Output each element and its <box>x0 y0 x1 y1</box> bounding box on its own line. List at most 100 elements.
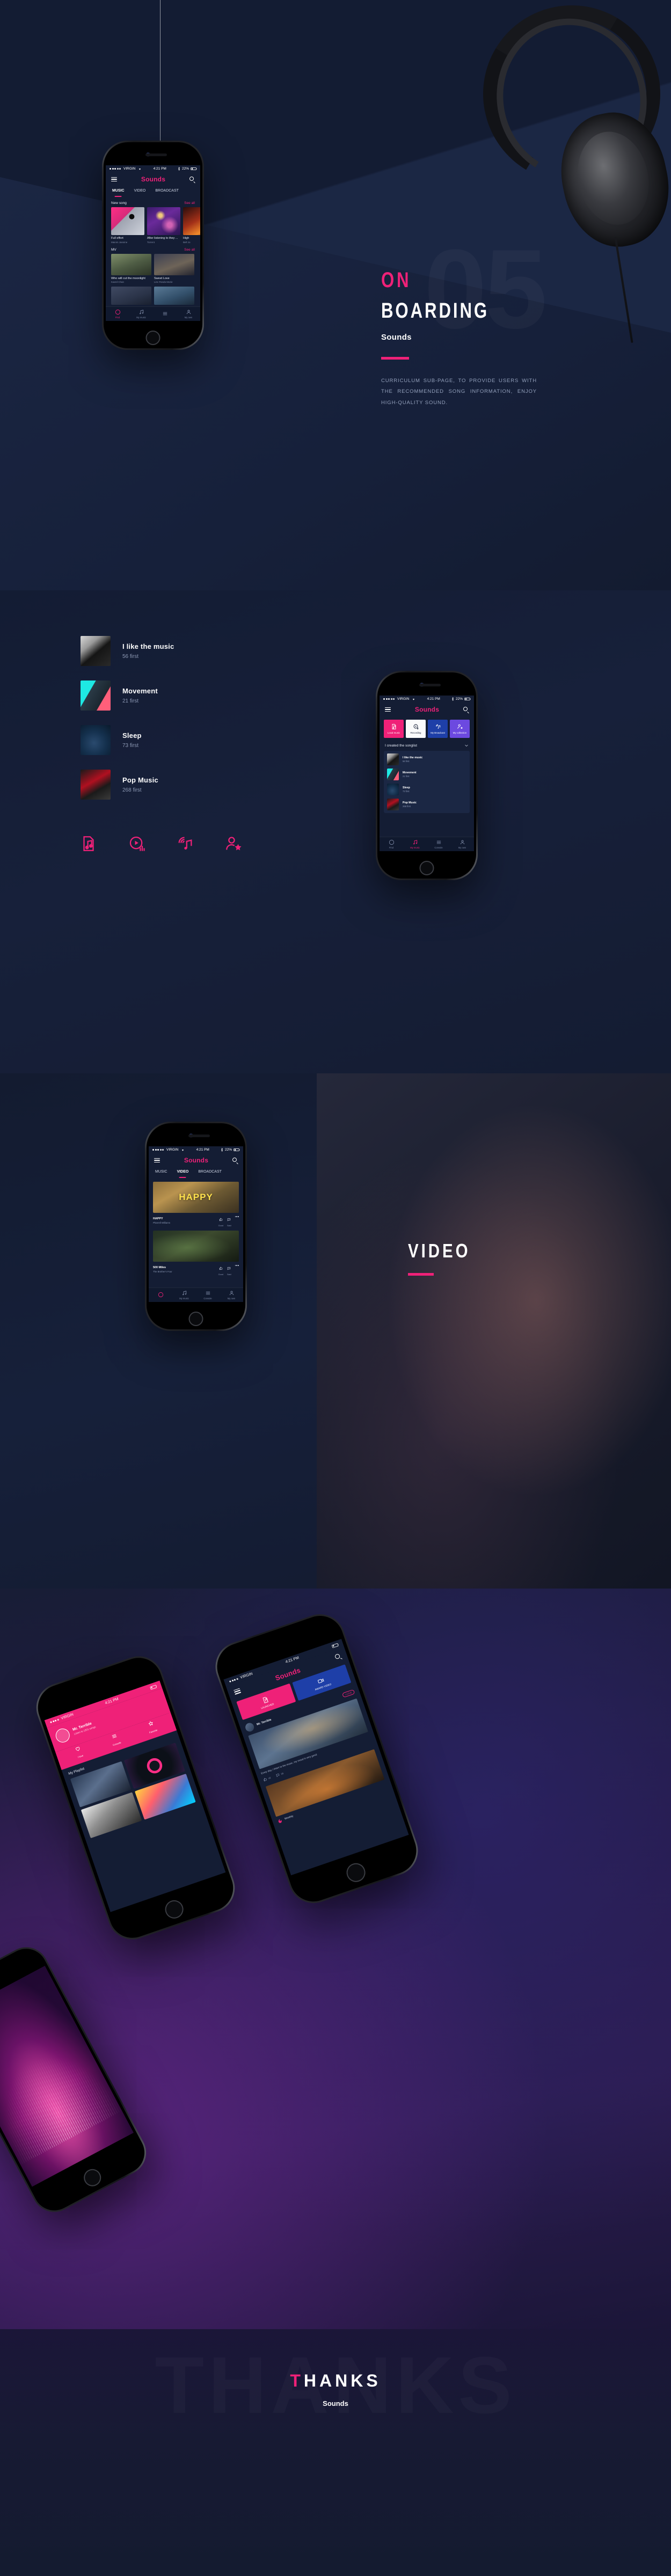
comment-action[interactable]: Said <box>227 1263 231 1276</box>
tile-my-broadcast[interactable]: My Broadcast <box>428 720 448 738</box>
song-artist: Bell Jo <box>183 240 191 244</box>
video-thumbnail[interactable]: HAPPY <box>153 1182 239 1213</box>
tile-recording[interactable]: Recording <box>406 720 426 738</box>
list-item[interactable]: Sleep 73 first <box>387 784 466 795</box>
bottom-navigation[interactable]: Find My music Console My own <box>380 837 474 851</box>
extra-card-row[interactable] <box>106 283 200 305</box>
nav-item-my-music[interactable]: My music <box>172 1288 196 1302</box>
heart-icon <box>76 1747 80 1751</box>
local-music-icon[interactable] <box>79 835 100 855</box>
tab-broadcast[interactable]: BROADCAST <box>155 186 179 198</box>
more-dots-icon[interactable] <box>235 1265 239 1266</box>
see-all-link[interactable]: See all <box>184 248 195 252</box>
song-card[interactable]: High Bell Jo <box>183 207 200 244</box>
battery-label: 22% <box>181 167 189 171</box>
songlist-header[interactable]: I created the songlist <box>380 738 474 751</box>
home-button[interactable] <box>145 331 161 345</box>
tab-broadcast[interactable]: BROADCAST <box>198 1167 222 1179</box>
bottom-navigation[interactable]: Find My music My own <box>106 306 200 321</box>
hamburger-icon[interactable] <box>385 707 391 712</box>
video-thumbnail[interactable] <box>111 287 151 305</box>
more-dots-icon[interactable] <box>235 1216 239 1217</box>
comment-label: Said <box>227 1274 231 1276</box>
thumb-up-icon <box>219 1218 223 1221</box>
nav-item-find[interactable]: Find <box>106 307 129 321</box>
nav-item-console[interactable]: Console <box>196 1288 220 1302</box>
tab-video[interactable]: VIDEO <box>134 186 146 198</box>
song-card[interactable]: After listening to they ... Torrent <box>147 207 180 244</box>
search-icon[interactable] <box>463 707 469 714</box>
nav-item-my-own[interactable]: My own <box>450 837 474 851</box>
battery-icon <box>149 1684 157 1690</box>
section-tabs[interactable]: MUSIC VIDEO BROADCAST <box>149 1167 243 1179</box>
search-icon[interactable] <box>189 177 195 184</box>
tile-my-collection[interactable]: My collection <box>450 720 470 738</box>
feed-username: Mr. Terrible <box>256 1718 272 1726</box>
video-overlay-title: HAPPY <box>179 1192 213 1202</box>
tile-local-music[interactable]: Local music <box>384 720 404 738</box>
song-card[interactable]: Full effort Marvin Jansine <box>111 207 144 244</box>
list-item[interactable]: I like the music 56 first <box>387 753 466 765</box>
user-icon <box>460 840 464 845</box>
battery-label: 22% <box>455 697 463 701</box>
video-accent-rule <box>408 1273 434 1276</box>
nav-item-console[interactable]: Console <box>427 837 450 851</box>
tab-music[interactable]: MUSIC <box>155 1167 167 1179</box>
battery-icon <box>464 697 470 701</box>
home-button[interactable] <box>419 861 434 875</box>
see-all-link[interactable]: See all <box>184 201 195 205</box>
nav-item-find[interactable]: Find <box>380 837 403 851</box>
nav-label: My music <box>136 316 146 319</box>
album-art <box>81 680 111 711</box>
video-card[interactable]: Who will cut the moonlight Kaerd Chan <box>111 253 151 283</box>
nav-item-my-music[interactable]: My music <box>403 837 427 851</box>
hamburger-icon[interactable] <box>111 177 117 181</box>
tab-video[interactable]: VIDEO <box>177 1167 188 1179</box>
recording-icon[interactable] <box>128 835 148 855</box>
video-thumbnail[interactable] <box>153 1231 239 1262</box>
hamburger-icon[interactable] <box>233 1688 242 1695</box>
like-action[interactable]: Good <box>218 1214 223 1227</box>
my-broadcast-icon[interactable] <box>176 835 196 855</box>
nav-label: My music <box>410 846 420 849</box>
like-action[interactable]: Good <box>218 1263 223 1276</box>
list-item[interactable]: Movement 21 first <box>81 680 258 711</box>
new-song-card-row[interactable]: Full effort Marvin Jansine After listeni… <box>106 207 200 244</box>
avatar[interactable] <box>54 1726 72 1745</box>
video-thumbnail[interactable] <box>154 287 194 305</box>
wifi-icon <box>413 699 415 700</box>
signal-strength-icon <box>383 698 395 700</box>
nav-item-my-own[interactable]: My own <box>220 1288 243 1302</box>
list-item[interactable]: Sleep 73 first <box>81 725 258 755</box>
avatar[interactable] <box>244 1722 256 1733</box>
home-button[interactable] <box>188 1312 203 1326</box>
hamburger-icon[interactable] <box>154 1158 160 1162</box>
nav-item-console[interactable] <box>153 307 177 321</box>
comment-action[interactable]: Said <box>227 1214 231 1227</box>
star-icon <box>148 1721 153 1726</box>
bottom-navigation[interactable]: My music Console My own <box>149 1287 243 1302</box>
chevron-down-icon[interactable] <box>464 743 469 748</box>
list-item[interactable]: Movement 21 first <box>387 769 466 780</box>
video-feed-item[interactable]: HAPPY HAPPY Pharrell Williams Good Said <box>149 1179 243 1227</box>
signal-strength-icon <box>152 1149 164 1151</box>
nav-item-my-music[interactable]: My music <box>129 307 153 321</box>
tab-music[interactable]: MUSIC <box>112 186 125 198</box>
video-card[interactable]: Sweet Love Linc Rowla Morie <box>154 253 194 283</box>
song-title: I like the music <box>122 642 174 650</box>
nav-item-find[interactable] <box>149 1288 172 1302</box>
list-item[interactable]: Pop Music 268 first <box>81 770 258 800</box>
section-tabs[interactable]: MUSIC VIDEO BROADCAST <box>106 186 200 198</box>
list-item[interactable]: Pop Music 268 first <box>387 799 466 810</box>
video-feed-item[interactable]: 500 Miles The Brother's Four Good Said <box>149 1227 243 1276</box>
list-item[interactable]: I like the music 56 first <box>81 636 258 666</box>
search-icon[interactable] <box>232 1158 238 1165</box>
compass-icon <box>389 839 394 845</box>
my-collection-icon[interactable] <box>224 835 245 855</box>
song-title: After listening to they ... <box>147 237 178 240</box>
song-title: Pop Music <box>122 776 158 784</box>
quick-tile-row[interactable]: Local music Recording My Broadcast My co… <box>380 716 474 738</box>
search-icon[interactable] <box>334 1653 342 1660</box>
nav-item-my-own[interactable]: My own <box>177 307 200 321</box>
mv-card-row[interactable]: Who will cut the moonlight Kaerd Chan Sw… <box>106 253 200 283</box>
